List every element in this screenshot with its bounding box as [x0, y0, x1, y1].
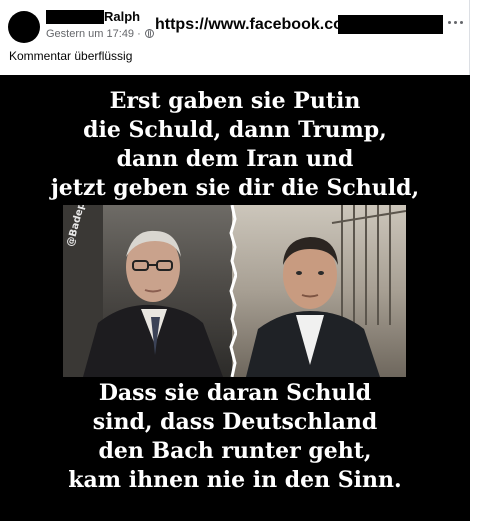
post-url-text[interactable]: https://www.facebook.com/ — [155, 16, 362, 34]
meme-bottom-line: kam ihnen nie in den Sinn. — [68, 467, 402, 493]
meme-bottom-line: den Bach runter geht, — [98, 438, 372, 464]
torn-edge-divider — [229, 205, 237, 377]
more-options-icon[interactable] — [446, 17, 466, 29]
meme-top-line: dann dem Iran und — [116, 146, 354, 172]
author-name[interactable]: Ralph — [104, 9, 140, 24]
meme-top-line: Erst gaben sie Putin — [109, 88, 361, 114]
url-redaction — [338, 15, 443, 34]
portrait-left-illustration — [63, 205, 223, 377]
meta-separator: · — [137, 28, 141, 40]
portrait-right-illustration — [246, 205, 406, 377]
meme-image[interactable]: Erst gaben sie Putin die Schuld, dann Tr… — [0, 75, 470, 521]
meme-bottom-text: Dass sie daran Schuld sind, dass Deutsch… — [0, 379, 470, 495]
meme-bottom-line: sind, dass Deutschland — [92, 409, 378, 435]
post-meta: Gestern um 17:49 · — [46, 28, 154, 40]
meme-top-text: Erst gaben sie Putin die Schuld, dann Tr… — [0, 87, 470, 203]
post-timestamp[interactable]: Gestern um 17:49 — [46, 28, 134, 40]
meme-photo-left: @Badepapst — [63, 205, 237, 377]
meme-top-line: die Schuld, dann Trump, — [83, 117, 387, 143]
globe-icon — [144, 29, 154, 38]
meme-bottom-line: Dass sie daran Schuld — [98, 380, 372, 406]
author-name-redaction — [46, 10, 104, 24]
post-caption: Kommentar überflüssig — [9, 49, 133, 63]
facebook-post-card: Ralph Gestern um 17:49 · https://www.fac… — [0, 0, 470, 521]
author-avatar[interactable] — [8, 11, 40, 43]
meme-photo-right — [232, 205, 406, 377]
meme-top-line: jetzt geben sie dir die Schuld, — [50, 175, 420, 201]
